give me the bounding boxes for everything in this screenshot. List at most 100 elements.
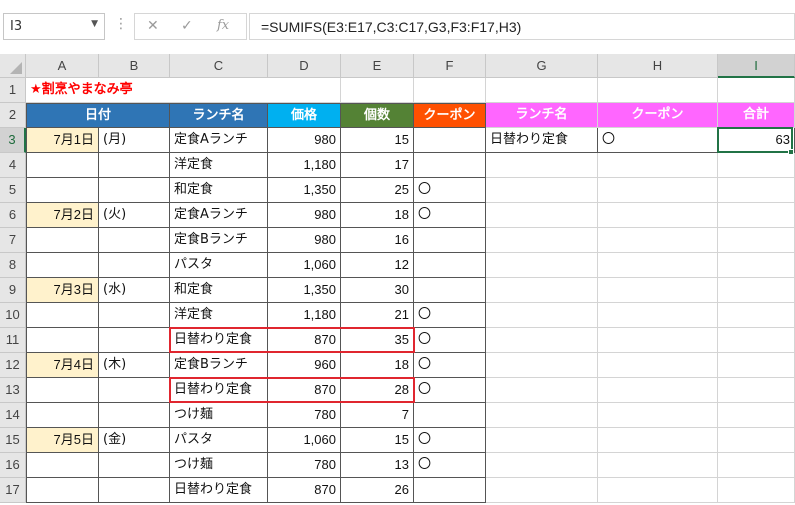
coupon-cell[interactable]: 〇	[414, 328, 486, 353]
weekday-cell[interactable]	[99, 228, 170, 253]
weekday-cell[interactable]: (月)	[99, 128, 170, 153]
column-header-i[interactable]: I	[718, 54, 795, 78]
row-header-9[interactable]: 9	[0, 278, 26, 303]
lunch-name-cell[interactable]: 定食Bランチ	[170, 353, 268, 378]
column-header-g[interactable]: G	[486, 54, 598, 78]
lunch-name-cell[interactable]: 日替わり定食	[170, 478, 268, 503]
date-cell[interactable]	[26, 378, 99, 403]
weekday-cell[interactable]	[99, 178, 170, 203]
weekday-cell[interactable]: (木)	[99, 353, 170, 378]
more-options-icon[interactable]: ⋮	[114, 17, 128, 31]
grid-cell[interactable]	[598, 78, 718, 103]
price-cell[interactable]: 1,350	[268, 278, 341, 303]
grid-cell[interactable]	[486, 253, 598, 278]
row-header-11[interactable]: 11	[0, 328, 26, 353]
lunch-name-cell[interactable]: 定食Aランチ	[170, 203, 268, 228]
date-cell[interactable]	[26, 228, 99, 253]
grid-cell[interactable]	[718, 278, 795, 303]
date-cell[interactable]	[26, 178, 99, 203]
coupon-cell[interactable]	[414, 278, 486, 303]
coupon-cell[interactable]: 〇	[414, 453, 486, 478]
grid-cell[interactable]	[718, 228, 795, 253]
grid-cell[interactable]	[486, 178, 598, 203]
grid-cell[interactable]	[486, 478, 598, 503]
grid-cell[interactable]	[486, 278, 598, 303]
price-cell[interactable]: 1,350	[268, 178, 341, 203]
grid-cell[interactable]	[598, 228, 718, 253]
count-cell[interactable]: 16	[341, 228, 414, 253]
count-cell[interactable]: 15	[341, 128, 414, 153]
date-cell[interactable]: 7月4日	[26, 353, 99, 378]
grid-cell[interactable]	[598, 278, 718, 303]
lunch-name-cell[interactable]: 和定食	[170, 178, 268, 203]
count-cell[interactable]: 7	[341, 403, 414, 428]
price-cell[interactable]: 980	[268, 128, 341, 153]
count-cell[interactable]: 30	[341, 278, 414, 303]
date-cell[interactable]	[26, 253, 99, 278]
count-cell[interactable]: 26	[341, 478, 414, 503]
lunch-name-cell[interactable]: パスタ	[170, 253, 268, 278]
name-box[interactable]: I3 ▼	[3, 13, 105, 40]
grid-cell[interactable]	[598, 253, 718, 278]
count-cell[interactable]: 12	[341, 253, 414, 278]
insert-function-icon[interactable]: fx	[217, 18, 229, 33]
enter-icon[interactable]: ✓	[181, 18, 193, 34]
grid-cell[interactable]	[598, 403, 718, 428]
lunch-name-cell[interactable]: 和定食	[170, 278, 268, 303]
column-header-a[interactable]: A	[26, 54, 99, 78]
row-header-8[interactable]: 8	[0, 253, 26, 278]
coupon-cell[interactable]	[414, 153, 486, 178]
grid-cell[interactable]	[486, 328, 598, 353]
grid-cell[interactable]	[598, 428, 718, 453]
price-cell[interactable]: 1,180	[268, 303, 341, 328]
lunch-name-cell[interactable]: パスタ	[170, 428, 268, 453]
grid-cell[interactable]	[718, 203, 795, 228]
lunch-name-cell[interactable]: 洋定食	[170, 303, 268, 328]
date-cell[interactable]	[26, 153, 99, 178]
coupon-cell[interactable]	[414, 253, 486, 278]
date-cell[interactable]: 7月3日	[26, 278, 99, 303]
column-header-d[interactable]: D	[268, 54, 341, 78]
grid-cell[interactable]	[414, 78, 486, 103]
column-header-b[interactable]: B	[99, 54, 170, 78]
price-cell[interactable]: 1,060	[268, 428, 341, 453]
coupon-cell[interactable]	[414, 228, 486, 253]
count-cell[interactable]: 21	[341, 303, 414, 328]
weekday-cell[interactable]: (火)	[99, 203, 170, 228]
coupon-cell[interactable]: 〇	[414, 303, 486, 328]
grid-cell[interactable]	[718, 253, 795, 278]
weekday-cell[interactable]	[99, 478, 170, 503]
grid-cell[interactable]	[718, 453, 795, 478]
weekday-cell[interactable]	[99, 253, 170, 278]
price-cell[interactable]: 980	[268, 228, 341, 253]
row-header-3[interactable]: 3	[0, 128, 26, 153]
row-header-7[interactable]: 7	[0, 228, 26, 253]
lunch-name-cell[interactable]: 洋定食	[170, 153, 268, 178]
row-header-13[interactable]: 13	[0, 378, 26, 403]
cancel-icon[interactable]: ✕	[147, 18, 159, 34]
date-cell[interactable]	[26, 453, 99, 478]
weekday-cell[interactable]: (金)	[99, 428, 170, 453]
column-header-f[interactable]: F	[414, 54, 486, 78]
criteria-coupon-cell[interactable]: 〇	[598, 128, 718, 153]
grid-cell[interactable]	[486, 78, 598, 103]
date-cell[interactable]: 7月5日	[26, 428, 99, 453]
column-header-e[interactable]: E	[341, 54, 414, 78]
count-cell[interactable]: 18	[341, 353, 414, 378]
row-header-15[interactable]: 15	[0, 428, 26, 453]
weekday-cell[interactable]	[99, 453, 170, 478]
grid-cell[interactable]	[598, 178, 718, 203]
count-cell[interactable]: 25	[341, 178, 414, 203]
weekday-cell[interactable]	[99, 153, 170, 178]
grid-cell[interactable]	[718, 328, 795, 353]
grid-cell[interactable]	[598, 303, 718, 328]
grid-cell[interactable]	[598, 453, 718, 478]
grid-cell[interactable]	[486, 203, 598, 228]
grid-cell[interactable]	[598, 328, 718, 353]
grid-cell[interactable]	[486, 303, 598, 328]
lunch-name-cell[interactable]: 定食Bランチ	[170, 228, 268, 253]
column-header-h[interactable]: H	[598, 54, 718, 78]
count-cell[interactable]: 15	[341, 428, 414, 453]
row-header-12[interactable]: 12	[0, 353, 26, 378]
weekday-cell[interactable]	[99, 328, 170, 353]
